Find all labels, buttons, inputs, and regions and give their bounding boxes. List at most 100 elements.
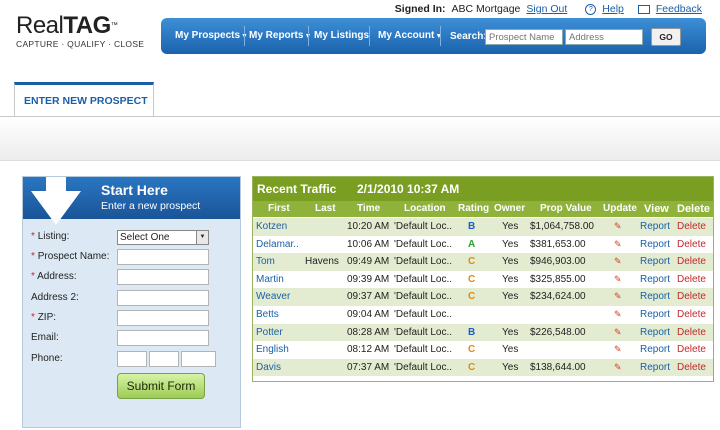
table-row: Martin 09:39 AM 'Default Loc.. C Yes $325,855… bbox=[253, 270, 713, 289]
owner-cell: Yes bbox=[502, 361, 519, 373]
logo-tm: ™ bbox=[110, 22, 118, 29]
prospect-first-link[interactable]: Tom bbox=[256, 256, 275, 267]
nav-my-reports[interactable]: My Reports▼ bbox=[249, 30, 311, 41]
help-link[interactable]: Help bbox=[602, 3, 624, 15]
recent-traffic-panel: Recent Traffic 2/1/2010 10:37 AM First L… bbox=[252, 176, 714, 382]
tab-label: ENTER NEW PROSPECT bbox=[24, 95, 148, 107]
pencil-edit-icon[interactable]: ✎ bbox=[614, 327, 622, 338]
pencil-edit-icon[interactable]: ✎ bbox=[614, 344, 622, 355]
visit-time: 09:39 AM bbox=[347, 273, 390, 285]
view-report-link[interactable]: Report bbox=[640, 239, 670, 250]
visit-time: 07:37 AM bbox=[347, 361, 390, 373]
submit-form-button[interactable]: Submit Form bbox=[117, 373, 205, 399]
table-row: English 08:12 AM 'Default Loc.. C Yes Report D… bbox=[253, 341, 713, 359]
prospect-first-link[interactable]: Potter bbox=[256, 327, 283, 338]
nav-my-prospects[interactable]: My Prospects▼ bbox=[175, 30, 248, 41]
prop-value-cell: $226,548.00 bbox=[530, 326, 586, 338]
logo-tagline: CAPTURE · QUALIFY · CLOSE bbox=[16, 39, 145, 49]
search-prospect-input[interactable] bbox=[485, 29, 563, 45]
main-nav: My Prospects▼ My Reports▼ My Listings My… bbox=[161, 18, 706, 54]
table-row: Potter 08:28 AM 'Default Loc.. B Yes $226,548… bbox=[253, 323, 713, 342]
rating-badge: C bbox=[468, 291, 476, 303]
prospect-first-link[interactable]: Kotzen bbox=[256, 221, 287, 232]
delete-link[interactable]: Delete bbox=[677, 274, 706, 285]
search-address-input[interactable] bbox=[565, 29, 643, 45]
delete-link[interactable]: Delete bbox=[677, 309, 706, 320]
feedback-link[interactable]: Feedback bbox=[656, 3, 702, 15]
traffic-title: Recent Traffic bbox=[257, 182, 337, 196]
phone-line-field[interactable] bbox=[181, 351, 216, 367]
location-cell: 'Default Loc.. bbox=[394, 344, 453, 356]
view-report-link[interactable]: Report bbox=[640, 221, 670, 232]
view-report-link[interactable]: Report bbox=[640, 327, 670, 338]
visit-time: 09:49 AM bbox=[347, 256, 390, 268]
prospect-first-link[interactable]: English bbox=[256, 344, 289, 355]
view-report-link[interactable]: Report bbox=[640, 256, 670, 267]
visit-time: 10:06 AM bbox=[347, 238, 390, 250]
form-header: Start Here Enter a new prospect bbox=[23, 177, 240, 225]
delete-link[interactable]: Delete bbox=[677, 327, 706, 338]
delete-link[interactable]: Delete bbox=[677, 256, 706, 267]
delete-link[interactable]: Delete bbox=[677, 239, 706, 250]
prospect-first-link[interactable]: Delamar.. bbox=[256, 239, 299, 250]
table-row: Tom Havens 09:49 AM 'Default Loc.. C Yes $946,… bbox=[253, 253, 713, 271]
pencil-edit-icon[interactable]: ✎ bbox=[614, 221, 622, 232]
address2-field[interactable] bbox=[117, 290, 209, 306]
listing-select[interactable]: Select One ▼ bbox=[117, 230, 209, 245]
sign-out-link[interactable]: Sign Out bbox=[526, 3, 567, 15]
pencil-edit-icon[interactable]: ✎ bbox=[614, 291, 622, 302]
traffic-datetime: 2/1/2010 10:37 AM bbox=[357, 182, 460, 196]
owner-cell: Yes bbox=[502, 344, 519, 356]
location-cell: 'Default Loc.. bbox=[394, 326, 453, 338]
view-report-link[interactable]: Report bbox=[640, 344, 670, 355]
help-icon: ? bbox=[585, 3, 597, 15]
view-report-link[interactable]: Report bbox=[640, 274, 670, 285]
pencil-edit-icon[interactable]: ✎ bbox=[614, 274, 622, 285]
prospect-name-field[interactable] bbox=[117, 249, 209, 265]
pencil-edit-icon[interactable]: ✎ bbox=[614, 256, 622, 267]
view-report-link[interactable]: Report bbox=[640, 291, 670, 302]
listing-label: * Listing: bbox=[31, 231, 70, 242]
zip-field[interactable] bbox=[117, 310, 209, 326]
delete-link[interactable]: Delete bbox=[677, 344, 706, 355]
prospect-last: Havens bbox=[305, 256, 339, 268]
delete-link[interactable]: Delete bbox=[677, 362, 706, 373]
table-row: Weaver 09:37 AM 'Default Loc.. C Yes $234,624… bbox=[253, 288, 713, 306]
view-report-link[interactable]: Report bbox=[640, 362, 670, 373]
prospect-first-link[interactable]: Martin bbox=[256, 274, 284, 285]
pencil-edit-icon[interactable]: ✎ bbox=[614, 239, 622, 250]
address-label: * Address: bbox=[31, 271, 77, 282]
prospect-first-link[interactable]: Betts bbox=[256, 309, 279, 320]
phone-area-field[interactable] bbox=[117, 351, 147, 367]
email-field[interactable] bbox=[117, 330, 209, 346]
account-bar: Signed In: ABC Mortgage Sign Out ? Help … bbox=[395, 3, 702, 15]
traffic-header: Recent Traffic 2/1/2010 10:37 AM bbox=[253, 177, 713, 201]
mail-icon bbox=[637, 4, 650, 14]
location-cell: 'Default Loc.. bbox=[394, 238, 453, 250]
zip-label: * ZIP: bbox=[31, 312, 57, 323]
prospect-first-link[interactable]: Weaver bbox=[256, 291, 290, 302]
pencil-edit-icon[interactable]: ✎ bbox=[614, 309, 622, 320]
prospect-first-link[interactable]: Davis bbox=[256, 362, 281, 373]
go-button[interactable]: GO bbox=[651, 28, 681, 46]
col-owner: Owner bbox=[494, 203, 526, 214]
table-row: Delamar.. 10:06 AM 'Default Loc.. A Yes $381,… bbox=[253, 235, 713, 254]
location-cell: 'Default Loc.. bbox=[394, 256, 453, 268]
col-delete: Delete bbox=[677, 203, 711, 215]
visit-time: 09:04 AM bbox=[347, 309, 390, 320]
rating-badge: B bbox=[468, 326, 476, 338]
view-report-link[interactable]: Report bbox=[640, 309, 670, 320]
nav-my-account[interactable]: My Account▼ bbox=[378, 30, 442, 41]
nav-my-listings[interactable]: My Listings bbox=[314, 30, 369, 41]
location-cell: 'Default Loc.. bbox=[394, 309, 453, 320]
owner-cell: Yes bbox=[502, 256, 519, 268]
phone-prefix-field[interactable] bbox=[149, 351, 179, 367]
pencil-edit-icon[interactable]: ✎ bbox=[614, 362, 622, 373]
address-field[interactable] bbox=[117, 269, 209, 285]
signed-in-value: ABC Mortgage bbox=[451, 3, 521, 15]
delete-link[interactable]: Delete bbox=[677, 291, 706, 302]
down-arrow-icon bbox=[31, 191, 81, 225]
delete-link[interactable]: Delete bbox=[677, 221, 706, 232]
signed-in-label: Signed In: bbox=[394, 3, 446, 15]
tab-enter-new-prospect[interactable]: ENTER NEW PROSPECT bbox=[14, 82, 154, 116]
